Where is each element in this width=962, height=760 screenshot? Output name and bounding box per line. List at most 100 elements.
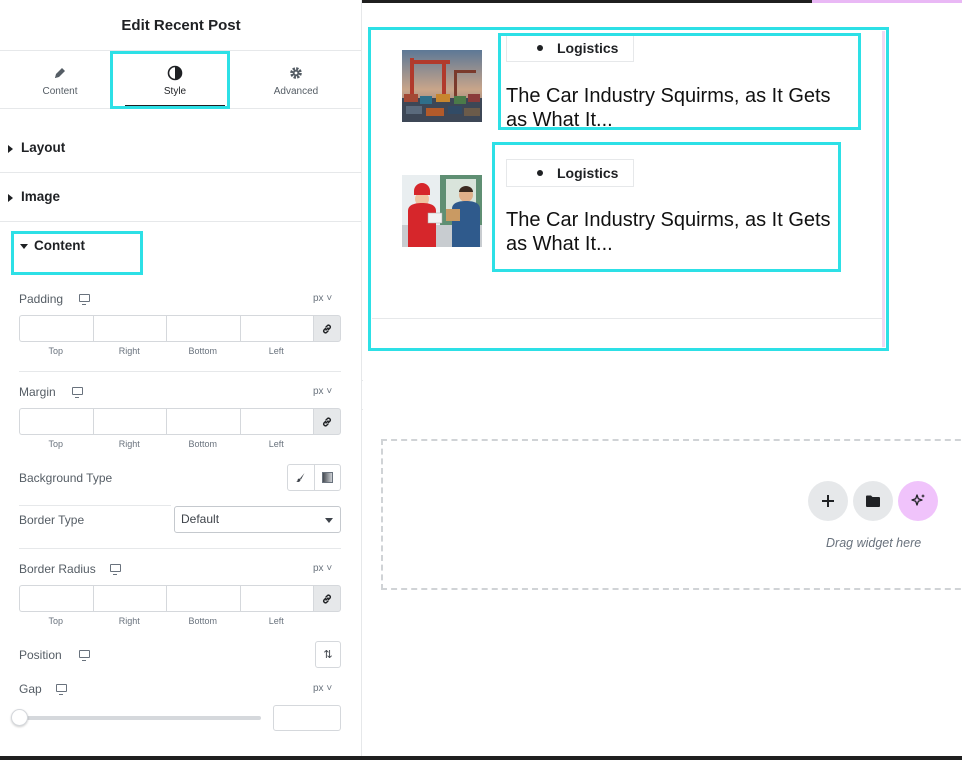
desktop-icon[interactable] xyxy=(56,684,67,695)
divider xyxy=(19,371,341,372)
link-icon xyxy=(323,417,331,426)
link-icon xyxy=(323,324,331,333)
position-button[interactable]: ⇅ xyxy=(315,641,341,668)
margin-side-labels: Top Right Bottom Left xyxy=(19,439,313,449)
side-label-right: Right xyxy=(118,439,140,449)
ai-generate-button[interactable] xyxy=(898,481,938,521)
plus-icon xyxy=(822,495,834,507)
background-type-choices xyxy=(287,464,341,491)
gradient-icon xyxy=(321,472,333,483)
post-category-tag[interactable]: Logistics xyxy=(506,159,634,187)
side-label-right: Right xyxy=(118,616,140,626)
sparkle-icon xyxy=(911,494,925,506)
caret-right-icon xyxy=(8,145,13,153)
section-content-label: Content xyxy=(34,238,85,253)
padding-left-input[interactable] xyxy=(239,315,313,342)
side-label-left: Left xyxy=(268,346,284,356)
margin-unit-label: px xyxy=(313,386,324,397)
background-type-label: Background Type xyxy=(19,471,113,485)
desktop-icon[interactable] xyxy=(79,294,90,305)
section-layout-head[interactable]: Layout xyxy=(8,140,66,155)
post-category-label: Logistics xyxy=(557,165,619,181)
divider xyxy=(19,548,341,549)
section-image[interactable]: Image xyxy=(0,173,362,222)
margin-inputs xyxy=(19,408,341,435)
port-image xyxy=(402,50,482,122)
panel-title: Edit Recent Post xyxy=(0,0,362,51)
margin-link-button[interactable] xyxy=(313,408,341,435)
post-thumbnail-delivery[interactable] xyxy=(402,175,482,247)
margin-top-input[interactable] xyxy=(19,408,93,435)
panel-tabs: Content Style Advanced xyxy=(0,51,362,109)
padding-link-button[interactable] xyxy=(313,315,341,342)
side-label-left: Left xyxy=(268,439,284,449)
side-label-top: Top xyxy=(48,439,63,449)
background-gradient-button[interactable] xyxy=(315,465,341,490)
desktop-icon[interactable] xyxy=(72,387,83,398)
divider xyxy=(19,505,171,506)
tab-advanced[interactable]: Advanced xyxy=(236,51,356,108)
post-category-label: Logistics xyxy=(557,40,619,56)
border-type-label: Border Type xyxy=(19,513,85,527)
desktop-icon[interactable] xyxy=(110,564,121,575)
margin-right-input[interactable] xyxy=(92,408,166,435)
border-radius-unit-label: px xyxy=(313,563,324,574)
drag-widget-hint: Drag widget here xyxy=(826,536,922,550)
gap-slider-handle[interactable] xyxy=(11,709,28,726)
padding-bottom-input[interactable] xyxy=(166,315,240,342)
margin-bottom-input[interactable] xyxy=(166,408,240,435)
border-type-select[interactable]: Default xyxy=(174,506,341,533)
side-label-left: Left xyxy=(268,616,284,626)
position-label: Position xyxy=(19,648,62,662)
caret-down-icon xyxy=(20,244,28,249)
pencil-icon xyxy=(55,68,65,78)
border-radius-inputs xyxy=(19,585,341,612)
editor-app: Edit Recent Post Content Style Advanced … xyxy=(0,0,962,760)
radius-bottom-input[interactable] xyxy=(166,585,240,612)
post-title-link[interactable]: The Car Industry Squirms, as It Gets as … xyxy=(506,84,846,132)
section-layout[interactable]: Layout xyxy=(0,109,362,173)
gap-slider[interactable] xyxy=(11,709,261,726)
bullet-icon xyxy=(537,45,543,51)
gap-input[interactable] xyxy=(273,705,341,731)
radius-link-button[interactable] xyxy=(313,585,341,612)
desktop-icon[interactable] xyxy=(79,650,90,661)
padding-right-input[interactable] xyxy=(92,315,166,342)
section-image-head[interactable]: Image xyxy=(8,189,60,204)
border-radius-label: Border Radius xyxy=(19,562,96,576)
link-icon xyxy=(323,594,331,603)
side-label-right: Right xyxy=(118,346,140,356)
margin-unit[interactable]: px ˅ xyxy=(313,386,332,397)
tab-advanced-label: Advanced xyxy=(273,86,319,97)
padding-top-input[interactable] xyxy=(19,315,93,342)
brush-icon xyxy=(296,473,305,482)
padding-inputs xyxy=(19,315,341,342)
border-radius-unit[interactable]: px ˅ xyxy=(313,563,332,574)
tab-style[interactable]: Style xyxy=(115,51,235,108)
folder-icon xyxy=(866,495,880,507)
post-title-link[interactable]: The Car Industry Squirms, as It Gets as … xyxy=(506,208,846,256)
padding-unit[interactable]: px ˅ xyxy=(313,293,332,304)
add-template-button[interactable] xyxy=(853,481,893,521)
section-layout-label: Layout xyxy=(21,140,66,155)
side-label-bottom: Bottom xyxy=(188,346,217,356)
section-content-head[interactable]: Content xyxy=(20,238,85,253)
widget-separator xyxy=(372,318,882,319)
radius-right-input[interactable] xyxy=(92,585,166,612)
post-category-tag[interactable]: Logistics xyxy=(506,34,634,62)
padding-side-labels: Top Right Bottom Left xyxy=(19,346,313,356)
radius-left-input[interactable] xyxy=(239,585,313,612)
add-section-button[interactable] xyxy=(808,481,848,521)
margin-left-input[interactable] xyxy=(239,408,313,435)
side-label-bottom: Bottom xyxy=(188,616,217,626)
caret-right-icon xyxy=(8,194,13,202)
tab-content[interactable]: Content xyxy=(0,51,120,108)
radius-top-input[interactable] xyxy=(19,585,93,612)
gap-unit[interactable]: px ˅ xyxy=(313,683,332,694)
background-classic-button[interactable] xyxy=(288,465,315,490)
active-tab-indicator xyxy=(125,105,225,107)
tab-content-label: Content xyxy=(42,86,78,97)
gear-icon xyxy=(290,67,302,79)
gap-unit-label: px xyxy=(313,683,324,694)
post-thumbnail-port[interactable] xyxy=(402,50,482,122)
